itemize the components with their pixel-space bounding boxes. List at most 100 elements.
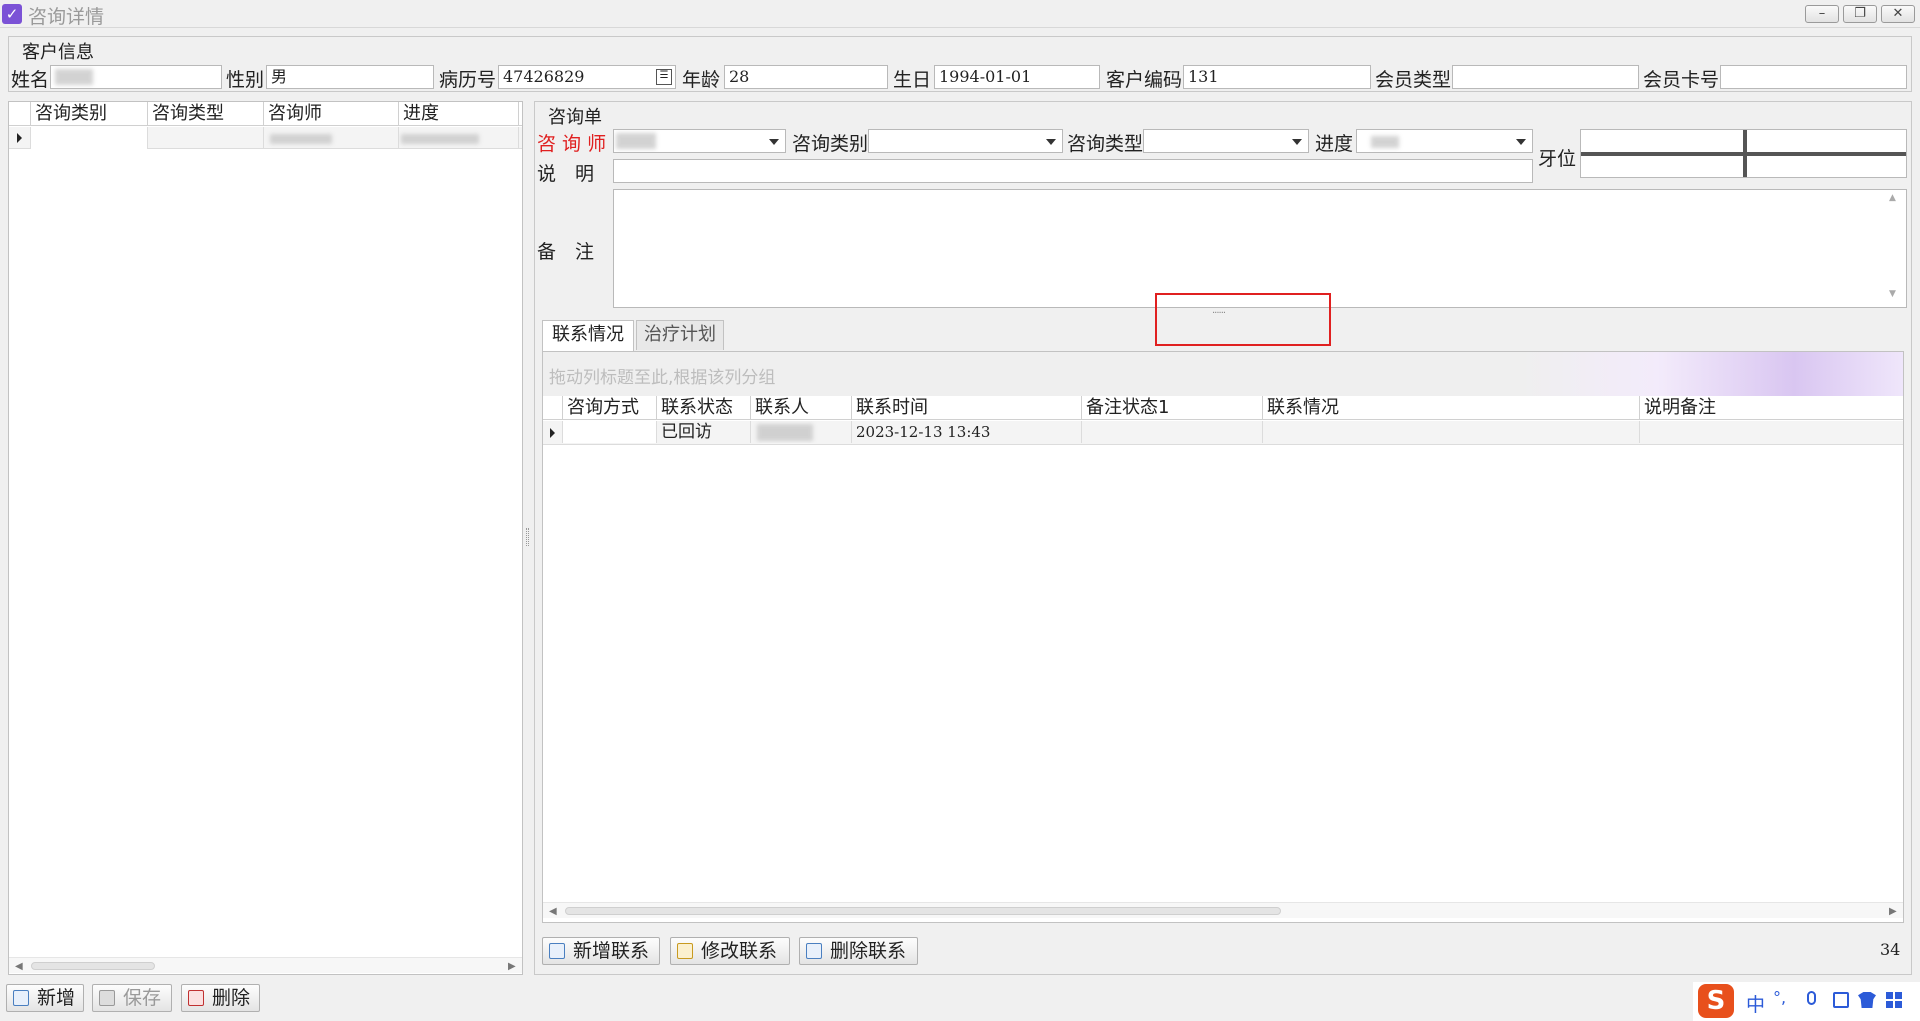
contact-grid-scroll-thumb[interactable] [565,907,1281,915]
contact-person-redacted [757,424,813,441]
record-number-label: 病历号 [439,69,497,91]
birthday-label: 生日 [893,69,932,91]
current-row-icon [550,428,555,438]
consult-form-title: 咨询单 [548,107,602,128]
column-header-consult-type[interactable]: 咨询类型 [148,102,264,126]
left-grid-scroll-thumb[interactable] [31,962,155,970]
table-row[interactable] [9,127,522,149]
column-header-consult-category[interactable]: 咨询类别 [31,102,148,126]
minimize-button[interactable]: – [1805,5,1839,23]
age-field[interactable]: 28 [724,65,888,89]
cell-status[interactable]: 已回访 [657,421,751,443]
column-header-method[interactable]: 咨询方式 [563,396,657,420]
row-indicator-header [9,102,31,126]
customer-code-field[interactable]: 131 [1183,65,1371,89]
edit-contact-label: 修改联系 [701,940,778,962]
gender-field[interactable]: 男 [266,65,434,89]
progress-select[interactable] [1356,129,1533,153]
group-by-panel[interactable]: 拖动列标题至此,根据该列分组 [543,352,1903,396]
cell-note-status[interactable] [1082,421,1263,443]
consult-list-grid[interactable]: 咨询类别 咨询类型 咨询师 进度 ◀ ▶ [8,101,523,975]
note-textarea[interactable] [613,189,1907,308]
title-bar [0,0,1920,28]
column-header-remark[interactable]: 说明备注 [1640,396,1903,420]
scroll-right-icon[interactable]: ▶ [508,961,516,972]
toolbox-grid-icon[interactable] [1886,992,1902,1008]
category-select[interactable] [868,129,1063,153]
delete-contact-label: 删除联系 [830,940,907,962]
column-header-consultant[interactable]: 咨询师 [264,102,399,126]
close-button[interactable]: ✕ [1881,5,1915,23]
tooth-position-label: 牙位 [1538,148,1577,170]
member-card-field[interactable] [1720,65,1907,89]
cell-consult-category[interactable] [31,127,148,149]
member-type-field[interactable] [1452,65,1639,89]
description-field[interactable] [613,159,1533,183]
cell-contact-time[interactable]: 2023-12-13 13:43 [852,421,1082,443]
record-list-icon[interactable]: ☰ [656,69,672,85]
age-label: 年龄 [682,69,721,91]
contact-grid[interactable]: 拖动列标题至此,根据该列分组 咨询方式 联系状态 联系人 联系时间 备注状态1 … [542,351,1904,923]
chevron-down-icon[interactable] [1292,139,1302,145]
birthday-field[interactable]: 1994-01-01 [934,65,1100,89]
cell-situation[interactable] [1263,421,1640,443]
add-contact-button[interactable]: 新增联系 [542,937,660,965]
edit-contact-button[interactable]: 修改联系 [670,937,790,965]
tab-contact[interactable]: 联系情况 [542,320,634,352]
textarea-scroll-down-icon[interactable]: ▼ [1889,289,1896,299]
tab-treatment-plan[interactable]: 治疗计划 [636,320,724,350]
progress-select-redacted [1371,136,1399,148]
ime-toolbar[interactable]: S 中 °, [1693,982,1920,1021]
cell-consultant[interactable] [264,127,399,149]
ime-punctuation-toggle[interactable]: °, [1773,988,1786,1007]
microphone-icon[interactable] [1807,991,1816,1005]
column-header-contact-person[interactable]: 联系人 [751,396,852,420]
skin-shirt-icon[interactable] [1858,992,1876,1008]
row-indicator-cell [543,421,563,443]
window-title: 咨询详情 [28,6,105,28]
chevron-down-icon[interactable] [1046,139,1056,145]
column-header-contact-time[interactable]: 联系时间 [852,396,1082,420]
column-header-status[interactable]: 联系状态 [657,396,751,420]
keyboard-icon[interactable] [1833,992,1849,1008]
grid-square-icon [1895,992,1902,999]
tooth-position-chart[interactable] [1580,129,1907,178]
sogou-logo-icon[interactable]: S [1698,984,1734,1018]
delete-button[interactable]: 删除 [181,984,260,1012]
type-select[interactable] [1143,129,1309,153]
consultant-label: 咨 询 师 [537,133,607,155]
consultant-select[interactable] [613,129,786,153]
left-grid-hscrollbar[interactable]: ◀ ▶ [9,957,522,973]
note-label: 备 注 [537,241,595,263]
vertical-splitter-grip[interactable] [526,528,529,546]
cell-consult-type[interactable] [148,127,264,149]
restore-button[interactable]: ❐ [1843,5,1877,23]
scroll-right-icon[interactable]: ▶ [1889,906,1897,917]
cell-progress[interactable] [399,127,519,149]
cell-method[interactable] [563,421,657,443]
record-count: 34 [1880,940,1901,959]
new-button[interactable]: 新增 [6,984,84,1012]
table-row[interactable]: 已回访 2023-12-13 13:43 [543,421,1903,445]
progress-redacted [401,134,479,144]
scroll-left-icon[interactable]: ◀ [15,961,23,972]
save-button[interactable]: 保存 [92,984,172,1012]
cell-contact-person[interactable] [751,421,852,443]
scroll-left-icon[interactable]: ◀ [549,906,557,917]
grid-square-icon [1886,992,1893,999]
new-button-label: 新增 [37,987,76,1009]
cell-remark[interactable] [1640,421,1903,443]
current-row-icon [17,133,22,143]
name-field[interactable] [50,65,222,89]
chevron-down-icon[interactable] [769,139,779,145]
column-header-situation[interactable]: 联系情况 [1263,396,1640,420]
column-header-progress[interactable]: 进度 [399,102,519,126]
delete-contact-button[interactable]: 删除联系 [799,937,918,965]
contact-grid-hscrollbar[interactable]: ◀ ▶ [543,902,1903,918]
record-number-field[interactable]: 47426829 ☰ [498,65,676,89]
textarea-scroll-up-icon[interactable]: ▲ [1889,193,1896,203]
horizontal-splitter-grip[interactable]: ...... [1212,305,1226,316]
column-header-note-status[interactable]: 备注状态1 [1082,396,1263,420]
chevron-down-icon[interactable] [1516,139,1526,145]
ime-mode-toggle[interactable]: 中 [1746,990,1765,1017]
